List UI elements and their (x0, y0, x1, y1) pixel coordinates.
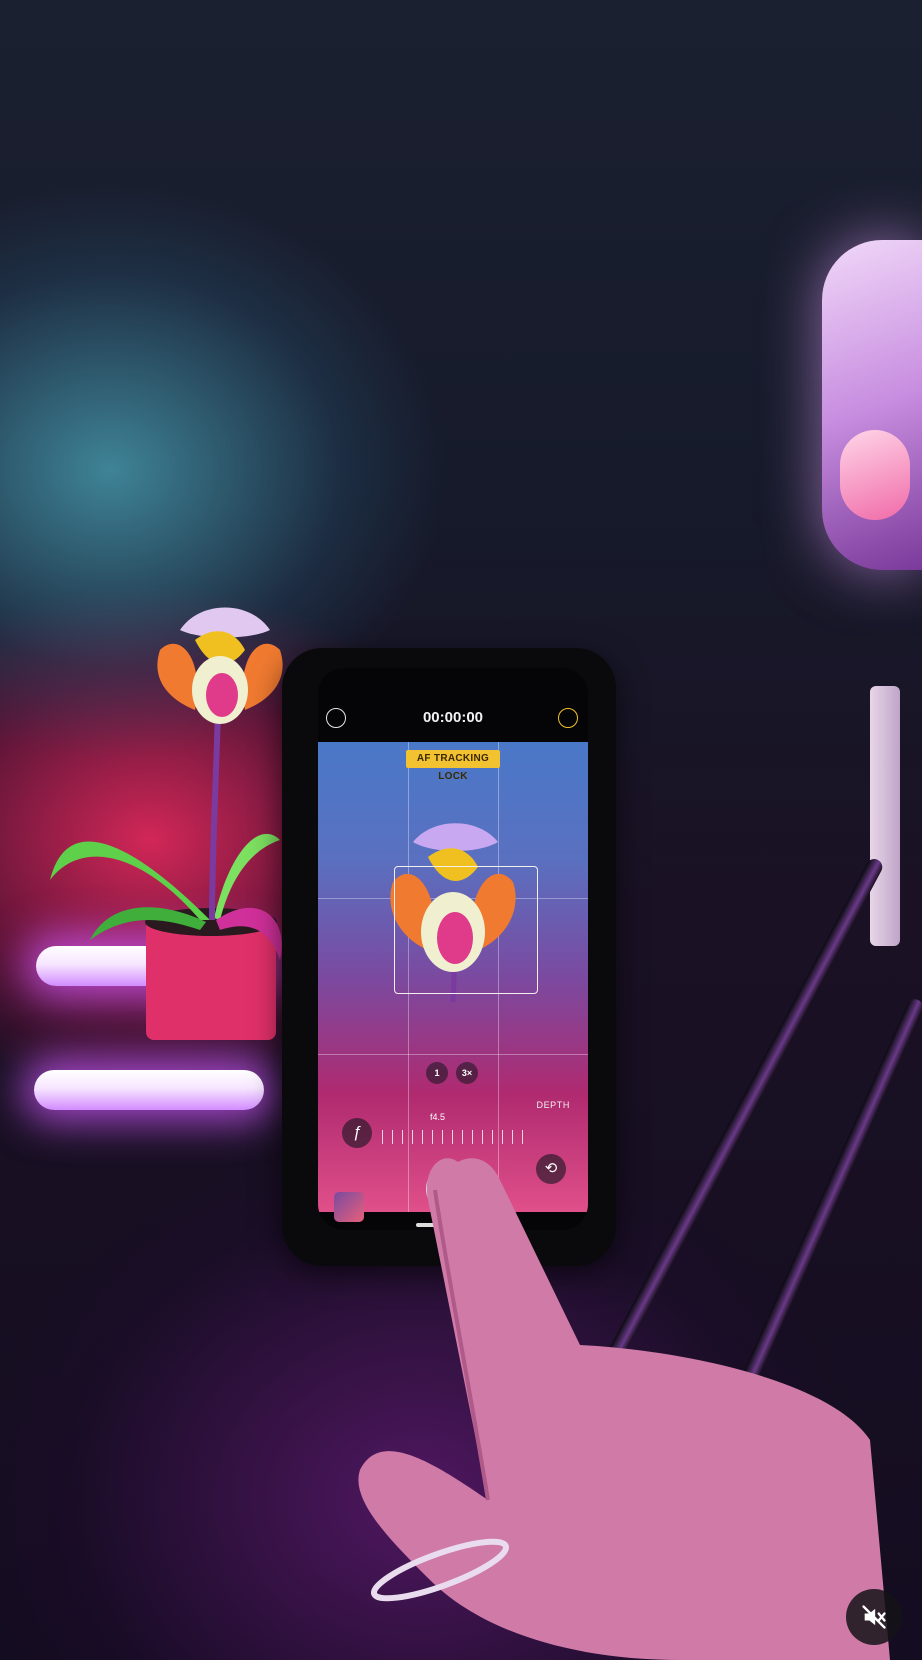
zoom-3x-button[interactable]: 3× (456, 1062, 478, 1084)
orchid-plant (50, 607, 283, 1040)
studio-light (822, 240, 922, 570)
zoom-selector: 1 3× (426, 1062, 478, 1084)
flash-icon[interactable] (558, 708, 578, 728)
zoom-1x-button[interactable]: 1 (426, 1062, 448, 1084)
hand (358, 1158, 891, 1660)
grid-line (318, 1054, 588, 1055)
camera-top-bar: 00:00:00 (318, 704, 588, 734)
af-tracking-lock-badge: AF TRACKING LOCK (406, 750, 500, 782)
focus-tracking-box (394, 866, 538, 994)
depth-label: DEPTH (536, 1100, 570, 1110)
led-tube-light (34, 1070, 264, 1110)
recording-timer: 00:00:00 (422, 709, 484, 726)
speaker-muted-icon (862, 1605, 886, 1629)
mute-toggle-button[interactable] (846, 1589, 902, 1645)
aperture-value: f4.5 (430, 1112, 446, 1122)
background-frame (870, 686, 900, 946)
